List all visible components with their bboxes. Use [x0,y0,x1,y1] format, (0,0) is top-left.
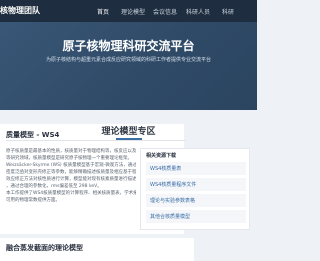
page: 核物理团队 首页 理论模型 会议信息 科研人员 科研 原子核物理科研交流平台 为… [0,0,257,261]
model-card-title: 质量模型 - WS4 [6,131,60,139]
nav-link-home[interactable]: 首页 [97,7,109,16]
resource-link-label: 其他合核质量模型 [150,214,191,220]
resource-link-label: WS4核质量程序文件 [150,182,197,188]
description-line: 原子核质量是最基本的性质，核质量对于物理结构等，核反应以及核天体物理 [6,149,136,154]
nav-link-research[interactable]: 科研 [222,7,234,16]
hero-title: 原子核物理科研交流平台 [62,39,195,53]
top-nav-bar: 核物理团队 首页 理论模型 会议信息 科研人员 科研 [0,0,257,22]
description-line: Weizsäcker-Skyrme (WS) 核质量模型基于宏观-微观方法，通过… [6,163,136,168]
model-card2-title: 融合蒸发截面的理论模型 [6,244,83,252]
resource-link-ws4-program[interactable]: WS4核质量程序文件 [146,178,246,191]
description-line: 可用的物理常数提供方面。 [6,198,60,203]
resources-panel-title: 相关资源下载 [146,153,177,159]
nav-link-theory-models[interactable]: 理论模型 [121,7,145,16]
site-logo[interactable]: 核物理团队 [0,5,40,16]
resource-link-other-models[interactable]: 其他合核质量模型 [146,210,246,223]
resource-link-label: 理论与实验参数表格 [150,198,196,204]
model-card-description: 原子核质量是最基本的性质，核质量对于物理结构等，核反应以及核天体物理 等研究领域… [6,148,136,204]
hero-subtitle: 为原子核结构与超重元素合成反应研究领域的科研工作者提供专业交流平台 [45,57,211,63]
description-line: 本工作提供了WS4核质量模型的计算程序、相关核质量表，学术报告 [6,191,136,196]
description-line: 密度泛函对变形壳修正等参数，能够精确描述核质量及相应基于程度，考虑多 [6,170,136,175]
resource-link-label: WS4核质量表 [150,166,182,172]
description-line: 效应修正方法对核性质进行计算，模型能对现有核素质量进行描述... [6,177,136,182]
model-card-divider [6,140,186,141]
resource-link-ws4-mass-table[interactable]: WS4核质量表 [146,162,246,175]
description-line: ，通过合理的参数化，rms偏差低至 298 keV。 [6,184,102,189]
nav-link-researchers[interactable]: 科研人员 [186,7,210,16]
description-line: 等研究领域，核质量模型是研究原子核物理一个重要理论框架。 [6,156,132,161]
resource-link-parameter-tables[interactable]: 理论与实验参数表格 [146,194,246,207]
nav-link-conferences[interactable]: 会议信息 [153,7,177,16]
